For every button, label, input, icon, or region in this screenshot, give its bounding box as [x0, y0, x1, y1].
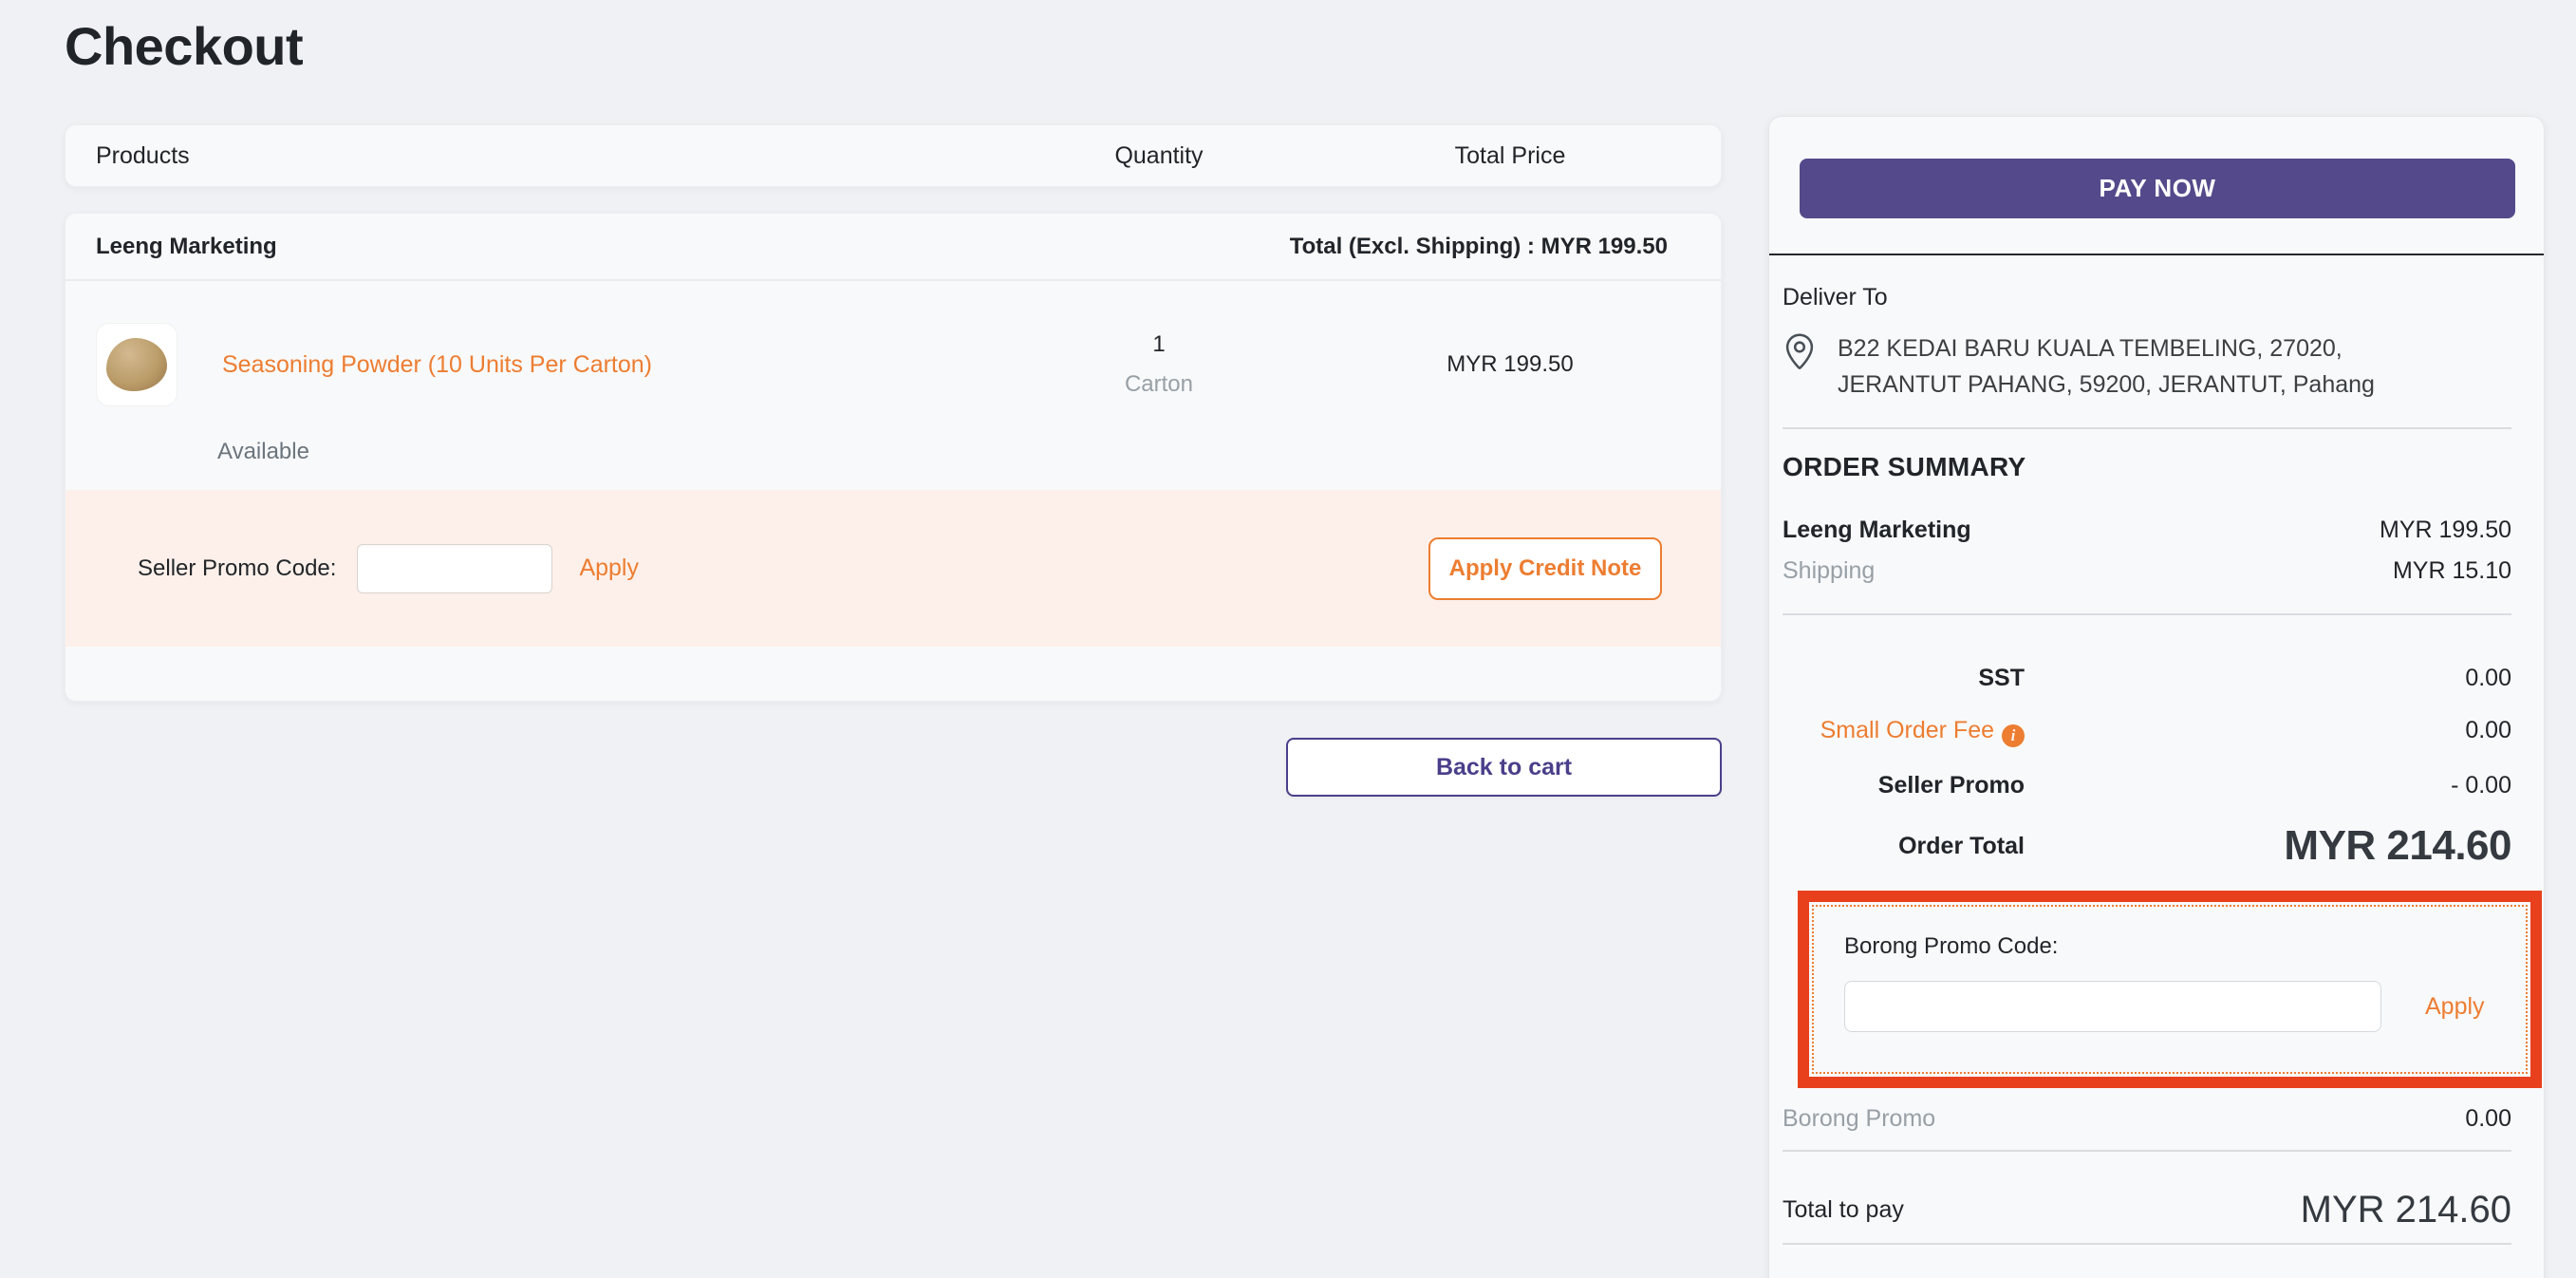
address-line-1: B22 KEDAI BARU KUALA TEMBELING, 27020,: [1838, 330, 2375, 366]
divider: [1783, 613, 2511, 615]
shipping-label: Shipping: [1783, 557, 1875, 585]
cart-column: Checkout Products Quantity Total Price L…: [65, 0, 1722, 797]
availability-status: Available: [65, 406, 1721, 490]
location-pin-icon: [1783, 332, 1817, 376]
column-header-quantity: Quantity: [988, 142, 1330, 170]
divider: [1783, 1243, 2511, 1245]
seller-promo-label: Seller Promo Code:: [138, 555, 336, 582]
summary-seller-value: MYR 199.50: [2380, 517, 2511, 544]
seller-promo-section: Seller Promo Code: Apply Apply Credit No…: [65, 490, 1721, 647]
borong-promo-input[interactable]: [1844, 981, 2381, 1032]
page-title: Checkout: [65, 15, 1722, 78]
borong-promo-row-label: Borong Promo: [1783, 1105, 1935, 1133]
small-order-fee-label: Small Order Fee i: [1783, 717, 2025, 747]
seller-promo-row-value: - 0.00: [2451, 772, 2511, 799]
product-name-link[interactable]: Seasoning Powder (10 Units Per Carton): [222, 351, 652, 379]
product-cell: Seasoning Powder (10 Units Per Carton): [96, 323, 988, 406]
address-line-2: JERANTUT PAHANG, 59200, JERANTUT, Pahang: [1838, 366, 2375, 403]
small-order-fee-text: Small Order Fee: [1820, 717, 1994, 743]
borong-promo-apply-link[interactable]: Apply: [2425, 993, 2485, 1021]
order-total-value: MYR 214.60: [2284, 822, 2511, 870]
shipping-row: Shipping MYR 15.10: [1769, 557, 2544, 585]
column-header-products: Products: [96, 142, 988, 170]
checkout-page: Checkout Products Quantity Total Price L…: [0, 0, 2576, 1278]
seller-subtotal: Total (Excl. Shipping) : MYR 199.50: [1290, 234, 1668, 260]
pay-now-button[interactable]: PAY NOW: [1800, 159, 2515, 218]
item-total-price: MYR 199.50: [1330, 351, 1690, 378]
quantity-cell: 1 Carton: [988, 331, 1330, 398]
borong-promo-section: Borong Promo Code: Apply: [1812, 905, 2528, 1074]
seasoning-powder-image: [106, 338, 167, 391]
sst-row: SST 0.00: [1769, 665, 2544, 692]
seller-name: Leeng Marketing: [96, 234, 277, 260]
seller-promo-row: Seller Promo - 0.00: [1769, 772, 2544, 799]
summary-seller-label: Leeng Marketing: [1783, 517, 1971, 544]
seller-order-card: Leeng Marketing Total (Excl. Shipping) :…: [65, 213, 1722, 702]
borong-promo-label: Borong Promo Code:: [1844, 933, 2526, 960]
borong-promo-row: Borong Promo 0.00: [1769, 1105, 2544, 1133]
product-image[interactable]: [96, 323, 177, 406]
panel-dark-divider: [1769, 254, 2544, 255]
summary-seller-row: Leeng Marketing MYR 199.50: [1769, 517, 2544, 544]
product-row: Seasoning Powder (10 Units Per Carton) 1…: [65, 281, 1721, 406]
delivery-address: B22 KEDAI BARU KUALA TEMBELING, 27020, J…: [1838, 330, 2375, 403]
divider: [1783, 1150, 2511, 1152]
deliver-to-label: Deliver To: [1783, 284, 2511, 311]
borong-promo-highlight-box: Borong Promo Code: Apply: [1798, 891, 2542, 1088]
order-total-label: Order Total: [1783, 833, 2025, 860]
seller-promo-apply-link[interactable]: Apply: [579, 554, 639, 582]
seller-promo-input[interactable]: [357, 544, 552, 593]
order-summary-heading: ORDER SUMMARY: [1783, 452, 2544, 482]
small-order-fee-row: Small Order Fee i 0.00: [1769, 717, 2544, 747]
divider: [1783, 427, 2511, 429]
delivery-address-row: B22 KEDAI BARU KUALA TEMBELING, 27020, J…: [1783, 330, 2511, 403]
small-order-fee-value: 0.00: [2465, 717, 2511, 744]
shipping-value: MYR 15.10: [2393, 557, 2511, 585]
quantity-value: 1: [988, 331, 1330, 358]
borong-promo-input-row: Apply: [1844, 981, 2526, 1032]
quantity-unit: Carton: [988, 371, 1330, 398]
seller-header-row: Leeng Marketing Total (Excl. Shipping) :…: [65, 214, 1721, 281]
total-to-pay-row: Total to pay MYR 214.60: [1769, 1176, 2544, 1243]
column-header-total-price: Total Price: [1330, 142, 1690, 170]
back-to-cart-button[interactable]: Back to cart: [1286, 738, 1722, 797]
seller-promo-row-label: Seller Promo: [1783, 772, 2025, 799]
total-to-pay-label: Total to pay: [1783, 1196, 1904, 1224]
sst-label: SST: [1783, 665, 2025, 692]
order-total-row: Order Total MYR 214.60: [1769, 822, 2544, 870]
order-summary-panel: PAY NOW Deliver To B22 KEDAI BARU KUALA …: [1768, 116, 2545, 1278]
total-to-pay-value: MYR 214.60: [2301, 1189, 2511, 1231]
sst-value: 0.00: [2465, 665, 2511, 692]
apply-credit-note-button[interactable]: Apply Credit Note: [1428, 537, 1662, 600]
borong-promo-row-value: 0.00: [2465, 1105, 2511, 1133]
products-table-header: Products Quantity Total Price: [65, 124, 1722, 187]
info-icon[interactable]: i: [2002, 724, 2025, 747]
